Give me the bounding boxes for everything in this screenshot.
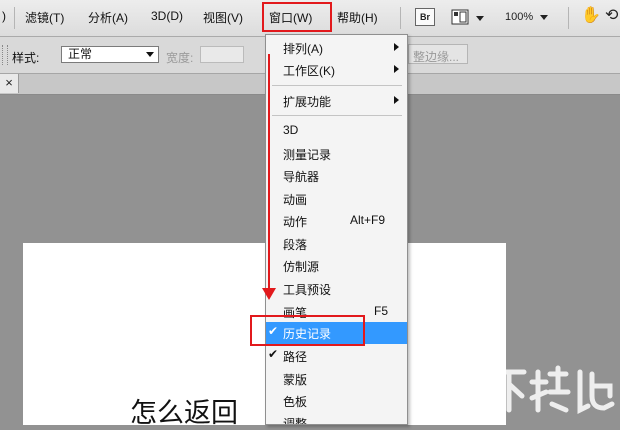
- check-icon: ✔: [268, 347, 279, 361]
- style-select-value: 正常: [68, 47, 93, 61]
- menu-item-label: 调整: [283, 417, 308, 424]
- menu-item-label: 仿制源: [283, 260, 320, 274]
- style-select[interactable]: 正常: [61, 46, 159, 63]
- submenu-arrow-icon: [394, 65, 399, 73]
- menu-item-swatches[interactable]: 色板: [266, 390, 407, 412]
- hand-tool-icon[interactable]: ✋: [581, 5, 601, 24]
- menu-item-label: 排列(A): [283, 42, 323, 56]
- menu-separator: [568, 7, 569, 29]
- menu-item-animation[interactable]: 动画: [266, 188, 407, 210]
- document-text: 怎么返回: [130, 398, 238, 429]
- menu-item-3d[interactable]: 3D: [266, 120, 407, 142]
- menu-item-actions[interactable]: 动作 Alt+F9: [266, 210, 407, 232]
- menu-bar: ) 滤镜(T) 分析(A) 3D(D) 视图(V) 窗口(W) 帮助(H) Br…: [0, 0, 620, 37]
- menu-view[interactable]: 视图(V): [203, 9, 243, 26]
- menu-image-partial[interactable]: ): [2, 9, 6, 23]
- menu-3d[interactable]: 3D(D): [151, 9, 183, 23]
- menu-item-extensions[interactable]: 扩展功能: [266, 90, 407, 112]
- width-field: [200, 46, 244, 63]
- menu-divider: [272, 115, 402, 116]
- rotate-view-icon[interactable]: ⟲: [605, 5, 618, 24]
- menu-separator: [400, 7, 401, 29]
- bridge-button[interactable]: Br: [415, 8, 435, 26]
- tutorial-arrow-line: [268, 54, 270, 290]
- chevron-down-icon: [540, 14, 549, 20]
- style-label: 样式:: [12, 51, 40, 65]
- menu-divider: [272, 85, 402, 86]
- menu-item-adjustments[interactable]: 调整: [266, 412, 407, 424]
- menu-item-label: 动画: [283, 193, 308, 207]
- menu-item-shortcut: F5: [374, 304, 389, 318]
- watermark-logo-icon: [491, 365, 615, 415]
- refine-edge-button: 整边缘...: [408, 44, 468, 64]
- menu-analysis[interactable]: 分析(A): [88, 9, 128, 26]
- menu-item-measurement-log[interactable]: 测量记录: [266, 143, 407, 165]
- zoom-level[interactable]: 100%: [505, 11, 560, 29]
- menu-item-masks[interactable]: 蒙版: [266, 368, 407, 390]
- menu-window-highlight: [262, 2, 332, 32]
- menu-item-clone-source[interactable]: 仿制源: [266, 255, 407, 277]
- chevron-down-icon: [146, 52, 154, 57]
- view-extras-icon: [451, 9, 484, 25]
- menu-item-label: 蒙版: [283, 373, 308, 387]
- menu-item-label: 测量记录: [283, 148, 332, 162]
- menu-item-workspace[interactable]: 工作区(K): [266, 59, 407, 81]
- close-tab-icon[interactable]: ×: [0, 74, 19, 93]
- menu-filter[interactable]: 滤镜(T): [25, 9, 64, 26]
- menu-item-label: 色板: [283, 395, 308, 409]
- menu-item-label: 工具预设: [283, 283, 332, 297]
- menu-separator: [14, 7, 15, 29]
- menu-item-tool-presets[interactable]: 工具预设: [266, 278, 407, 300]
- tutorial-arrow-head-icon: [262, 288, 276, 300]
- menu-item-label: 3D: [283, 123, 299, 137]
- menu-item-arrange[interactable]: 排列(A): [266, 37, 407, 59]
- watermark-logo: [488, 362, 618, 417]
- submenu-arrow-icon: [394, 96, 399, 104]
- window-menu-dropdown: 排列(A) 工作区(K) 扩展功能 3D 测量记录 导航器 动画 动作 Alt+…: [265, 34, 408, 425]
- menu-item-label: 扩展功能: [283, 95, 332, 109]
- menu-help[interactable]: 帮助(H): [337, 9, 378, 26]
- menu-item-label: 动作: [283, 215, 308, 229]
- history-item-highlight: [250, 315, 365, 346]
- submenu-arrow-icon: [394, 43, 399, 51]
- grip-handle[interactable]: [2, 45, 8, 65]
- menu-item-label: 导航器: [283, 170, 320, 184]
- menu-item-paragraph[interactable]: 段落: [266, 233, 407, 255]
- menu-item-label: 路径: [283, 350, 308, 364]
- menu-item-paths[interactable]: ✔ 路径: [266, 345, 407, 367]
- width-label: 宽度:: [166, 51, 194, 65]
- menu-item-label: 工作区(K): [283, 64, 335, 78]
- refine-edge-label: 整边缘...: [413, 50, 460, 64]
- menu-item-label: 段落: [283, 238, 308, 252]
- view-extras-button[interactable]: [451, 8, 489, 26]
- menu-item-shortcut: Alt+F9: [350, 213, 386, 227]
- menu-item-navigator[interactable]: 导航器: [266, 165, 407, 187]
- zoom-value: 100%: [505, 11, 534, 23]
